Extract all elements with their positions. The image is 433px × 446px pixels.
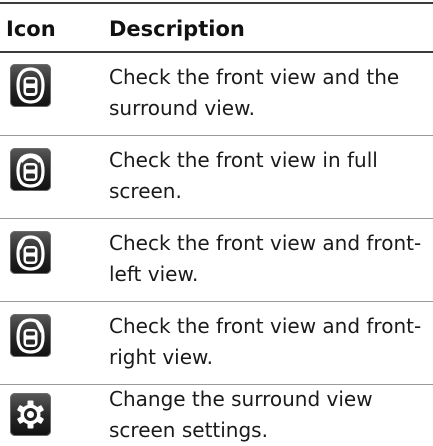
car-front-right-view-icon — [10, 314, 51, 357]
table-top-rule — [0, 2, 433, 4]
table-row: Check the front view and the surround vi… — [0, 53, 433, 135]
table-row: Check the front view in full screen. — [0, 136, 433, 218]
car-front-surround-view-icon — [10, 64, 51, 107]
row-description: Check the front view in full screen. — [109, 148, 378, 203]
icon-description-table: Icon Description Check the front view an… — [0, 0, 433, 443]
row-description: Check the front view and front-left view… — [109, 231, 422, 286]
table-row: Check the front view and front-right vie… — [0, 302, 433, 384]
description-column-header: Description — [109, 17, 245, 41]
car-front-full-screen-view-icon — [10, 148, 51, 191]
table-row: Check the front view and front-left view… — [0, 219, 433, 301]
icon-column-header: Icon — [6, 17, 56, 41]
row-description: Check the front view and front-right vie… — [109, 314, 422, 369]
row-description: Change the surround view screen settings… — [109, 387, 373, 442]
car-front-left-view-icon — [10, 231, 51, 274]
row-description: Check the front view and the surround vi… — [109, 65, 400, 120]
table-row: Change the surround view screen settings… — [0, 385, 433, 443]
gear-settings-icon — [10, 393, 51, 436]
